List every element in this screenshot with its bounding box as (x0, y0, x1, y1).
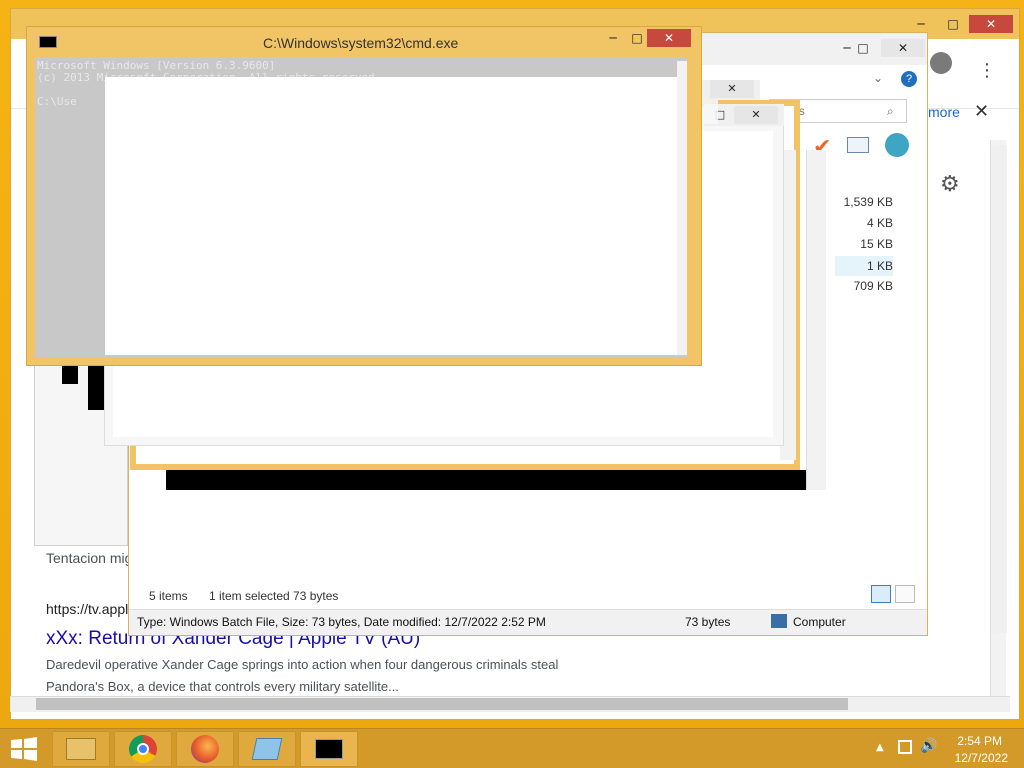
file-size-5: 709 KB (853, 279, 893, 293)
chevron-down-icon[interactable]: ⌄ (873, 71, 883, 85)
selection-info: 1 item selected 73 bytes (209, 589, 339, 603)
chrome-icon (129, 735, 157, 763)
cmd-front-scrollbar[interactable] (677, 61, 687, 355)
notepad-icon (251, 738, 283, 760)
minimize-button[interactable]: ─ (907, 15, 935, 33)
cmd-title: C:\Windows\system32\cmd.exe (263, 35, 459, 51)
explorer-status-bar: 5 items 1 item selected 73 bytes (129, 585, 927, 611)
taskbar-firefox[interactable] (176, 731, 234, 767)
cmd-icon (315, 739, 343, 759)
cmd-trail-close[interactable]: ✕ (734, 106, 778, 124)
file-size-selected[interactable]: 1 KB (835, 256, 893, 276)
horizontal-scroll-thumb[interactable] (36, 698, 848, 710)
file-size-3: 15 KB (860, 237, 893, 251)
file-details: Type: Windows Batch File, Size: 73 bytes… (137, 615, 546, 629)
taskbar-cmd[interactable] (300, 731, 358, 767)
cmd-trail0-controls: ✕ (700, 80, 760, 100)
cmd-window-front: C:\Windows\system32\cmd.exe ─ □ ✕ Micros… (26, 26, 702, 366)
network-globe-icon[interactable] (885, 133, 909, 157)
result-snippet: Tentacion mig (46, 550, 133, 566)
item-count: 5 items (149, 589, 188, 603)
maximize-button[interactable]: □ (939, 15, 967, 33)
more-link[interactable]: more (928, 104, 960, 120)
explorer-scrollbar[interactable] (991, 145, 1007, 633)
firefox-icon (191, 735, 219, 763)
console-line-3: C:\Use (37, 95, 77, 108)
cmd-scrollbar[interactable] (806, 150, 826, 490)
search-icon[interactable]: ⌕ (887, 104, 894, 119)
computer-icon (771, 614, 787, 628)
clock-time[interactable]: 2:54 PM (940, 734, 1002, 748)
cmd-app-icon[interactable] (39, 36, 57, 48)
preview-pane-icon[interactable] (847, 137, 869, 153)
result-description-line2: Pandora's Box, a device that controls ev… (46, 679, 399, 694)
details-bar: Type: Windows Batch File, Size: 73 bytes… (129, 609, 927, 635)
start-button[interactable] (10, 737, 38, 761)
result-description-line1: Daredevil operative Xander Cage springs … (46, 657, 559, 672)
clock-date[interactable]: 12/7/2022 (940, 751, 1008, 765)
details-view-icon[interactable] (871, 585, 891, 603)
settings-gear-icon[interactable]: ⚙ (940, 172, 960, 197)
explorer-close-button[interactable]: ✕ (881, 39, 925, 57)
folder-icon (66, 738, 96, 760)
menu-dots-icon[interactable]: ⋮ (978, 60, 996, 81)
close-panel-icon[interactable]: ✕ (974, 101, 989, 122)
cmd-overlap-white (105, 77, 687, 355)
console-black-block-2 (88, 360, 104, 410)
close-button[interactable]: ✕ (969, 15, 1013, 33)
location-computer: Computer (793, 615, 846, 629)
file-size-2: 4 KB (866, 216, 893, 230)
cmd-trail0-close[interactable]: ✕ (710, 80, 754, 98)
large-icons-view-icon[interactable] (895, 585, 915, 603)
taskbar-chrome[interactable] (114, 731, 172, 767)
result-url[interactable]: https://tv.appl (46, 601, 128, 617)
file-size-detail: 73 bytes (685, 615, 731, 629)
help-icon[interactable]: ? (901, 71, 917, 87)
network-icon[interactable] (898, 740, 912, 754)
account-avatar-icon[interactable] (930, 52, 952, 74)
taskbar-notepad[interactable] (238, 731, 296, 767)
cmd-close-button[interactable]: ✕ (647, 29, 691, 47)
windows-logo-icon (11, 737, 37, 761)
explorer-maximize-button[interactable]: □ (849, 39, 877, 57)
cmd-console-black (166, 470, 806, 490)
taskbar-file-explorer[interactable] (52, 731, 110, 767)
volume-icon[interactable]: 🔊 (920, 738, 937, 754)
show-hidden-icons-icon[interactable]: ▲ (876, 742, 884, 753)
file-size-1: 1,539 KB (843, 195, 893, 209)
